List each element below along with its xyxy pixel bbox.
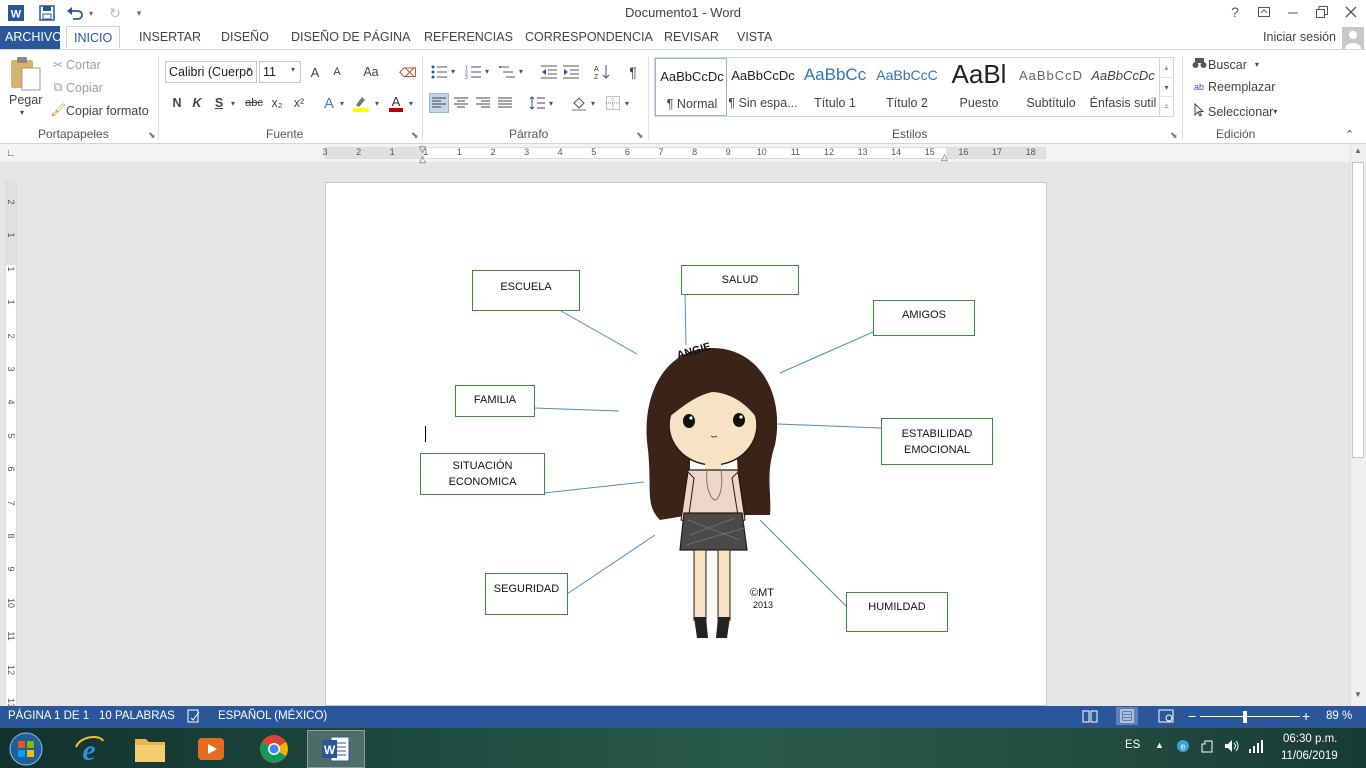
volume-icon[interactable] bbox=[1224, 739, 1240, 756]
scroll-up-icon[interactable]: ▲ bbox=[1354, 146, 1362, 155]
status-bar: PÁGINA 1 DE 1 10 PALABRAS ESPAÑOL (MÉXIC… bbox=[0, 706, 1366, 728]
box-salud[interactable]: SALUD bbox=[681, 265, 799, 295]
language-tray[interactable]: ES bbox=[1125, 739, 1140, 751]
connector-line bbox=[566, 534, 656, 595]
chrome-icon[interactable] bbox=[245, 730, 303, 768]
box-label: HUMILDAD bbox=[868, 601, 926, 613]
language-indicator[interactable]: ESPAÑOL (MÉXICO) bbox=[218, 710, 327, 722]
box-label: EMOCIONAL bbox=[903, 443, 970, 456]
box-situacion-economica[interactable]: SITUACIÓN ECONOMICA bbox=[420, 453, 545, 495]
connector-line bbox=[543, 481, 645, 494]
box-seguridad[interactable]: SEGURIDAD bbox=[485, 573, 568, 615]
box-humildad[interactable]: HUMILDAD bbox=[846, 592, 948, 632]
connector-line bbox=[777, 423, 882, 429]
svg-text:W: W bbox=[324, 743, 336, 757]
connector-line bbox=[779, 331, 874, 374]
box-label: SALUD bbox=[721, 274, 759, 286]
page-count[interactable]: PÁGINA 1 DE 1 bbox=[8, 710, 89, 722]
box-label: SEGURIDAD bbox=[493, 583, 560, 595]
show-hidden-icons-icon[interactable]: ▲ bbox=[1155, 740, 1164, 750]
start-orb-icon[interactable] bbox=[0, 730, 52, 768]
zoom-level[interactable]: 89 % bbox=[1326, 710, 1352, 722]
box-escuela[interactable]: ESCUELA bbox=[472, 270, 580, 311]
box-label: ESCUELA bbox=[500, 281, 552, 293]
web-layout-icon[interactable] bbox=[1158, 709, 1174, 726]
connector-line bbox=[533, 407, 620, 412]
box-label: ESTABILIDAD bbox=[901, 427, 973, 440]
scroll-down-icon[interactable]: ▼ bbox=[1354, 690, 1362, 699]
box-label: FAMILIA bbox=[473, 394, 517, 406]
diagram-canvas: ANGIE ©MT 2013 bbox=[533, 293, 882, 638]
print-layout-icon[interactable] bbox=[1116, 707, 1138, 725]
signature-year: 2013 bbox=[753, 600, 773, 610]
box-estabilidad-emocional[interactable]: ESTABILIDAD EMOCIONAL bbox=[881, 418, 993, 465]
taskbar: e W ES ▲ e 06:30 p.m. 11/06/2019 bbox=[0, 728, 1366, 768]
action-center-icon[interactable] bbox=[1200, 739, 1214, 756]
network-icon[interactable] bbox=[1248, 739, 1264, 756]
connector-line bbox=[560, 310, 638, 355]
zoom-slider[interactable] bbox=[1200, 716, 1300, 717]
box-label: AMIGOS bbox=[901, 309, 946, 321]
zoom-out-icon[interactable]: − bbox=[1188, 708, 1196, 724]
tray-app-icon[interactable]: e bbox=[1176, 739, 1190, 756]
svg-text:e: e bbox=[1180, 742, 1185, 752]
text-cursor bbox=[425, 426, 426, 442]
zoom-slider-thumb[interactable] bbox=[1243, 711, 1248, 723]
box-label: SITUACIÓN bbox=[452, 460, 513, 472]
signature-mark: ©MT bbox=[750, 587, 774, 599]
box-amigos[interactable]: AMIGOS bbox=[873, 300, 975, 336]
file-explorer-icon[interactable] bbox=[121, 730, 179, 768]
word-count[interactable]: 10 PALABRAS bbox=[99, 710, 175, 722]
media-player-icon[interactable] bbox=[182, 730, 240, 768]
read-mode-icon[interactable] bbox=[1082, 709, 1098, 726]
box-label: ECONOMICA bbox=[448, 476, 517, 488]
clock-time[interactable]: 06:30 p.m. bbox=[1283, 733, 1337, 745]
scrollbar-thumb[interactable] bbox=[1352, 162, 1364, 458]
internet-explorer-icon[interactable]: e bbox=[60, 730, 118, 768]
connector-line bbox=[684, 293, 687, 346]
clock-date[interactable]: 11/06/2019 bbox=[1281, 750, 1338, 762]
proofing-icon[interactable] bbox=[187, 709, 201, 726]
box-familia[interactable]: FAMILIA bbox=[455, 385, 535, 417]
zoom-in-icon[interactable]: + bbox=[1302, 708, 1310, 724]
word-taskbar-icon[interactable]: W bbox=[307, 730, 365, 768]
